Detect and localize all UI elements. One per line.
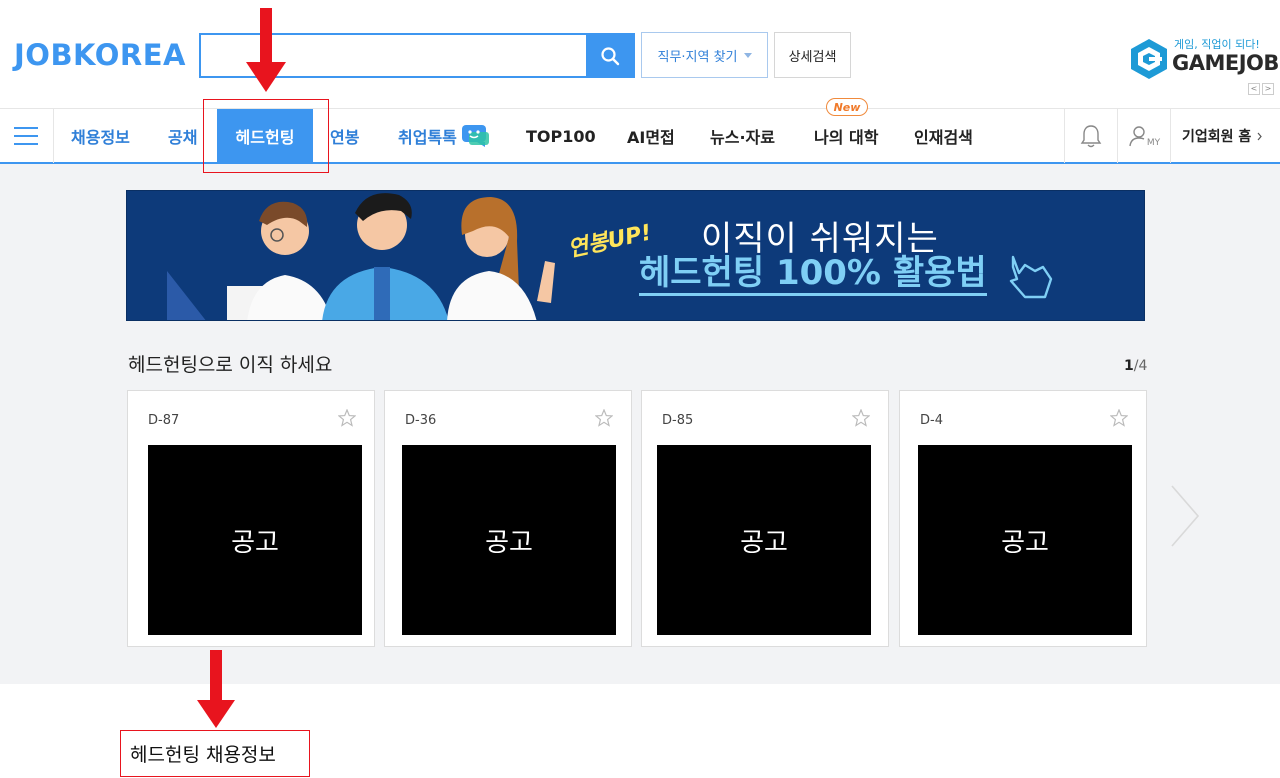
star-icon[interactable] (595, 409, 613, 427)
nav-item-my-university[interactable]: 나의 대학 (814, 109, 878, 163)
highlight-box (203, 99, 329, 173)
nav-divider (1170, 109, 1171, 163)
jobkorea-logo[interactable]: JOBKOREA (14, 38, 186, 72)
gamejob-hexagon-icon (1131, 39, 1167, 79)
job-region-label: 직무·지역 찾기 (657, 49, 738, 65)
job-card-thumbnail[interactable]: 공고 (918, 445, 1132, 635)
card-pager: 1/4 (1124, 358, 1147, 374)
biz-home-link[interactable]: 기업회원 홈 (1182, 109, 1263, 163)
nav-item-talk-label: 취업톡톡 (398, 128, 457, 147)
gamejob-next-button[interactable]: > (1262, 83, 1274, 95)
job-card-dday: D-87 (148, 413, 180, 428)
arrow-down-icon (246, 8, 286, 92)
nav-item-ai-interview[interactable]: AI면접 (627, 109, 675, 163)
chevron-right-icon (1257, 132, 1263, 140)
star-icon[interactable] (338, 409, 356, 427)
pointer-hand-icon (1009, 255, 1053, 299)
banner-illustration (167, 193, 555, 320)
job-card-dday: D-85 (662, 413, 694, 428)
search-icon (600, 46, 619, 65)
annotation-caption: 헤드헌팅 채용정보 (120, 730, 310, 777)
job-card[interactable]: D-87 공고 (127, 390, 375, 647)
pager-current: 1 (1124, 358, 1134, 374)
header: JOBKOREA 직무·지역 찾기 상세검색 게임, 직업이 되다! GAMEJ… (0, 0, 1280, 108)
arrow-down-icon (197, 650, 235, 728)
nav-item-news[interactable]: 뉴스·자료 (710, 109, 775, 163)
gamejob-prev-button[interactable]: < (1248, 83, 1260, 95)
gamejob-pager: < > (1248, 83, 1274, 95)
nav-item-top100[interactable]: TOP100 (526, 109, 596, 163)
gamejob-wordmark: GAMEJOB (1172, 51, 1279, 75)
new-badge: New (826, 98, 868, 116)
menu-icon[interactable] (14, 127, 38, 145)
notification-button[interactable] (1065, 109, 1117, 163)
my-page-button[interactable]: MY (1118, 109, 1170, 163)
headhunting-banner[interactable]: 연봉UP! 이직이 쉬워지는 헤드헌팅 100% 활용법 (126, 190, 1145, 321)
star-icon[interactable] (852, 409, 870, 427)
nav-item-talk[interactable]: 취업톡톡 (398, 109, 489, 163)
gamejob-logo[interactable]: 게임, 직업이 되다! GAMEJOB (1130, 36, 1279, 82)
search-button[interactable] (586, 35, 633, 76)
chevron-right-icon[interactable] (1168, 484, 1202, 548)
section-title: 헤드헌팅으로 이직 하세요 (128, 354, 333, 376)
job-card-thumbnail[interactable]: 공고 (148, 445, 362, 635)
job-card-dday: D-4 (920, 413, 943, 428)
chat-bubble-icon (461, 125, 489, 147)
my-label: MY (1146, 138, 1161, 148)
nav-item-talent-search[interactable]: 인재검색 (914, 109, 973, 163)
gamejob-tagline: 게임, 직업이 되다! (1174, 38, 1260, 51)
nav-divider (53, 109, 54, 163)
main-nav: 채용정보 공채 헤드헌팅 연봉 취업톡톡 TOP100 AI면접 뉴스·자료 나… (0, 108, 1280, 164)
nav-item-salary[interactable]: 연봉 (330, 109, 359, 163)
detail-search-button[interactable]: 상세검색 (774, 32, 851, 78)
job-card[interactable]: D-85 공고 (641, 390, 889, 647)
job-card[interactable]: D-4 공고 (899, 390, 1147, 647)
job-card-thumbnail[interactable]: 공고 (657, 445, 871, 635)
bell-icon (1080, 125, 1102, 148)
nav-item-public-recruit[interactable]: 공채 (168, 109, 197, 163)
biz-home-label: 기업회원 홈 (1182, 129, 1252, 145)
job-card-dday: D-36 (405, 413, 437, 428)
banner-line2: 헤드헌팅 100% 활용법 (639, 253, 987, 296)
job-card[interactable]: D-36 공고 (384, 390, 632, 647)
jobkorea-page: JOBKOREA 직무·지역 찾기 상세검색 게임, 직업이 되다! GAMEJ… (0, 0, 1280, 778)
pager-total: /4 (1133, 358, 1148, 374)
job-region-button[interactable]: 직무·지역 찾기 (641, 32, 768, 78)
content-area: 연봉UP! 이직이 쉬워지는 헤드헌팅 100% 활용법 헤드헌팅으로 이직 하… (0, 164, 1280, 684)
job-card-thumbnail[interactable]: 공고 (402, 445, 616, 635)
chevron-down-icon (743, 52, 752, 58)
star-icon[interactable] (1110, 409, 1128, 427)
nav-item-jobs[interactable]: 채용정보 (71, 109, 130, 163)
